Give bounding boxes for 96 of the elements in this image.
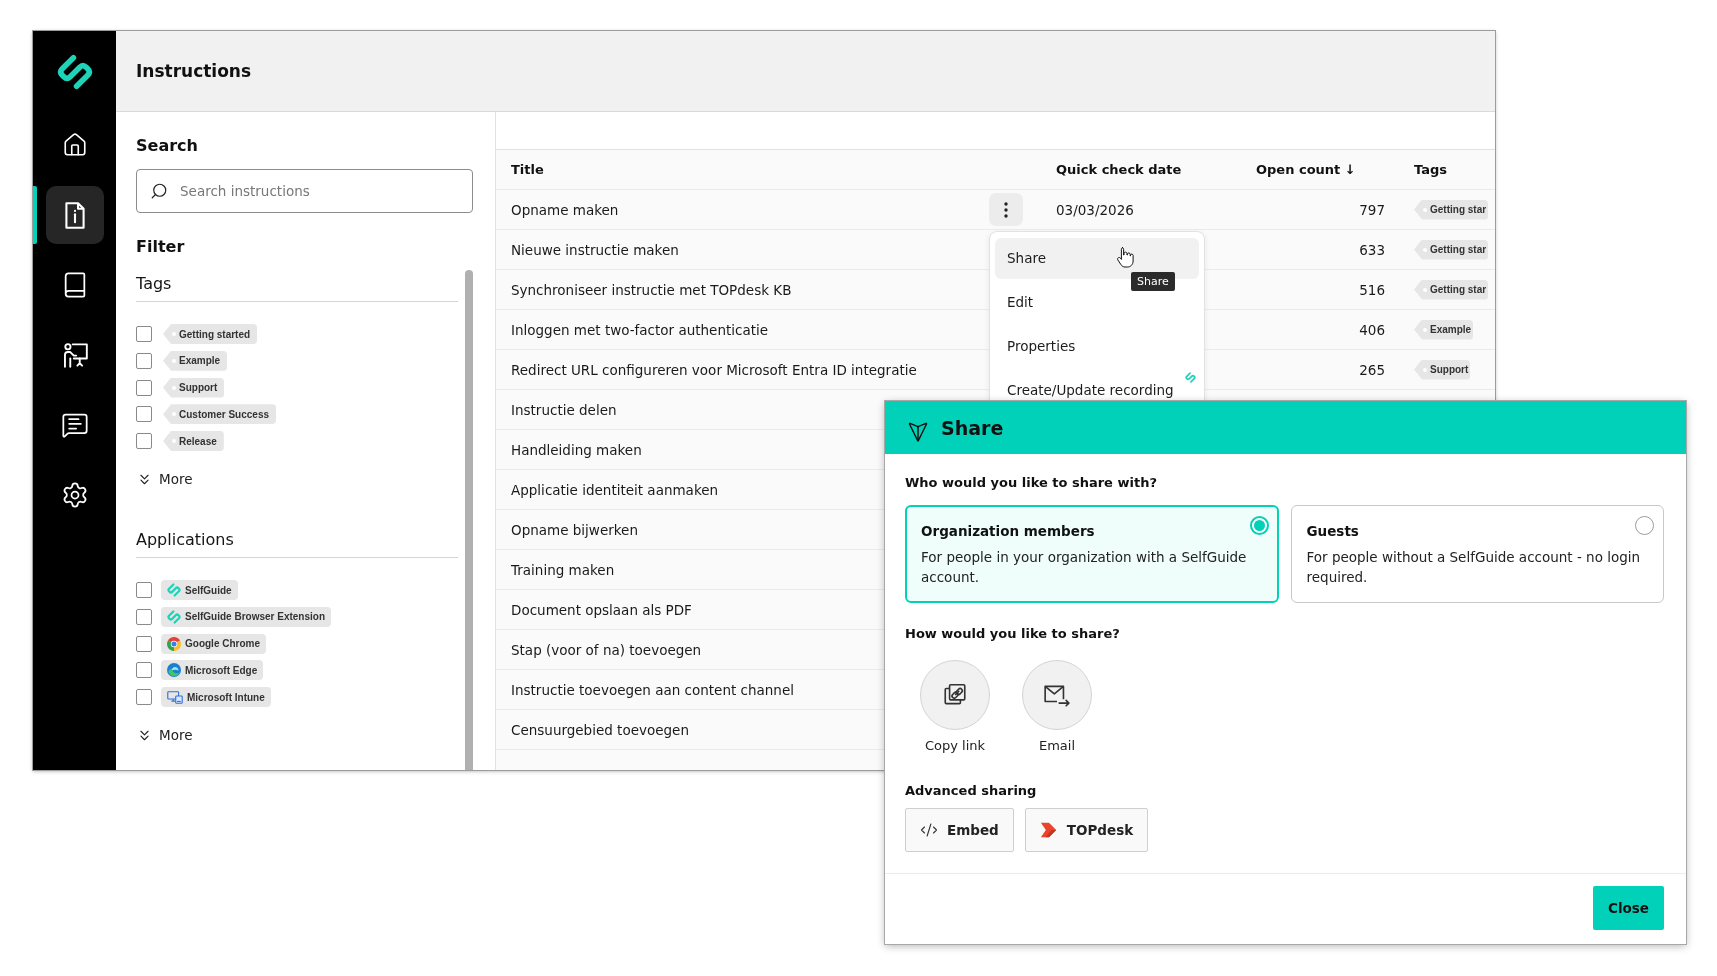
checkbox[interactable]: [136, 582, 152, 598]
logo-icon: [56, 53, 93, 90]
audience-option-card[interactable]: Guests For people without a SelfGuide account - no login required.: [1290, 505, 1664, 603]
chrome-logo-icon: [167, 636, 181, 651]
document-info-icon: [65, 201, 85, 229]
application-label: Microsoft Edge: [185, 664, 258, 676]
instruction-title: Censuurgebied toevoegen: [511, 721, 689, 738]
count-cell: 265: [1359, 361, 1385, 378]
checkbox[interactable]: [136, 689, 152, 705]
application-label: SelfGuide: [185, 584, 232, 596]
share-method-button[interactable]: Copy link: [910, 660, 1000, 754]
instruction-title: Inloggen met two-factor authenticatie: [511, 321, 769, 338]
column-header[interactable]: Tags: [1385, 162, 1447, 177]
checkbox[interactable]: [136, 608, 152, 625]
tag: Release: [163, 431, 224, 451]
vertical-dots-icon: [1004, 201, 1008, 218]
instruction-title: Document opslaan als PDF: [511, 601, 692, 618]
radio-button[interactable]: [1635, 516, 1654, 535]
search-icon: [150, 182, 168, 200]
checkbox[interactable]: [136, 662, 152, 679]
instruction-title: Redirect URL configureren voor Microsoft Entra ID integratie: [511, 361, 917, 378]
audience-option-card[interactable]: Organization members For people in your organization with a SelfGuide account.: [905, 505, 1279, 603]
count-cell: 516: [1359, 281, 1385, 298]
advanced-share-button[interactable]: TOPdesk: [1024, 808, 1149, 852]
checkbox[interactable]: [136, 433, 152, 449]
selfguide-logo-icon: [167, 609, 181, 624]
column-header[interactable]: Title: [511, 162, 544, 177]
application-label: SelfGuide Browser Extension: [185, 611, 326, 623]
tag: Customer Success: [163, 404, 277, 425]
count-cell: 797: [1359, 201, 1385, 218]
application-label: Google Chrome: [185, 638, 260, 649]
edge-logo-icon: [167, 663, 181, 678]
column-header[interactable]: Open count ↓: [1246, 162, 1356, 177]
advanced-share-button[interactable]: Embed: [905, 808, 1014, 852]
option-description: For people without a SelfGuide account - no login required.: [1306, 548, 1642, 587]
checkbox[interactable]: [136, 352, 152, 369]
nav-item[interactable]: [46, 186, 104, 244]
monitor-icon: [167, 690, 183, 704]
tag: Example: [163, 350, 228, 371]
filter-heading: Filter: [136, 237, 186, 257]
presenter-icon: [62, 342, 88, 368]
tag: Example: [1414, 319, 1474, 340]
checkbox[interactable]: [136, 635, 152, 652]
tag: Getting started: [163, 324, 258, 344]
instruction-title: Applicatie identiteit aanmaken: [511, 481, 719, 498]
dialog-title: Share: [941, 416, 1004, 439]
close-button[interactable]: Close: [1593, 886, 1664, 930]
code-icon: [920, 821, 938, 839]
option-title: Guests: [1306, 522, 1359, 540]
radio-button[interactable]: [1249, 516, 1269, 535]
section-heading: How would you like to share?: [905, 626, 1121, 642]
instruction-title: Training maken: [511, 561, 615, 578]
application-label: Microsoft Intune: [187, 691, 265, 703]
more-link[interactable]: More: [136, 725, 193, 745]
tag: Support: [1414, 359, 1471, 380]
instruction-title: Nieuwe instructie maken: [511, 241, 679, 258]
instruction-title: Instructie toevoegen aan content channel: [511, 681, 794, 698]
tag: Getting star: [1414, 239, 1489, 260]
checkbox[interactable]: [136, 379, 152, 396]
more-options-button[interactable]: [989, 193, 1023, 226]
instruction-title: Opname maken: [511, 201, 619, 218]
instruction-title: Handleiding maken: [511, 441, 642, 458]
checkbox[interactable]: [136, 326, 152, 342]
filter-group-heading: Tags: [136, 274, 458, 302]
instruction-title: Synchroniseer instructie met TOPdesk KB: [511, 281, 792, 298]
instruction-title: Instructie delen: [511, 401, 617, 418]
tag: Getting star: [1414, 279, 1489, 300]
scrollbar[interactable]: [465, 270, 473, 770]
menu-item[interactable]: Create/Update recording: [995, 370, 1199, 411]
tag: Getting star: [1414, 199, 1489, 220]
count-cell: 633: [1359, 241, 1385, 258]
section-heading: Advanced sharing: [905, 783, 1038, 799]
option-title: Organization members: [921, 522, 1095, 540]
option-description: For people in your organization with a SelfGuide account.: [921, 548, 1248, 587]
more-link[interactable]: More: [136, 469, 193, 489]
settings-icon: [61, 481, 89, 509]
instruction-title: Opname bijwerken: [511, 521, 638, 538]
page-title: Instructions: [136, 61, 252, 81]
filter-group-heading: Applications: [136, 530, 458, 558]
message-icon: [61, 411, 89, 439]
menu-item[interactable]: Properties: [995, 326, 1199, 367]
share-method-button[interactable]: Email: [1012, 660, 1102, 754]
tag: Support: [163, 377, 225, 398]
search-field[interactable]: Search instructions: [136, 169, 473, 213]
hand-cursor-icon: [1117, 247, 1134, 268]
house-icon: [62, 132, 88, 158]
search-heading: Search: [136, 136, 199, 156]
section-heading: Who would you like to share with?: [905, 475, 1158, 491]
date-cell: 03/03/2026: [1056, 201, 1134, 218]
tooltip: Share: [1131, 272, 1175, 291]
count-cell: 406: [1359, 321, 1385, 338]
selfguide-logo-icon: [167, 583, 181, 597]
column-header[interactable]: Quick check date: [1056, 162, 1182, 177]
instruction-title: Stap (voor of na) toevoegen: [511, 641, 702, 658]
topdesk-logo-icon: [1039, 821, 1058, 839]
checkbox[interactable]: [136, 406, 152, 423]
